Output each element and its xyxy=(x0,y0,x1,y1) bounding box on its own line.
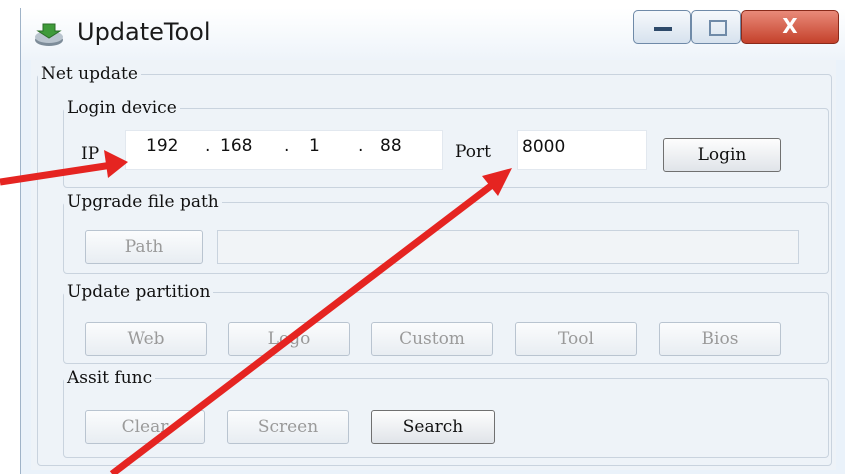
annotation-arrows xyxy=(0,150,512,474)
arrow-to-port-icon xyxy=(109,168,512,474)
arrow-to-ip-icon xyxy=(0,150,128,186)
